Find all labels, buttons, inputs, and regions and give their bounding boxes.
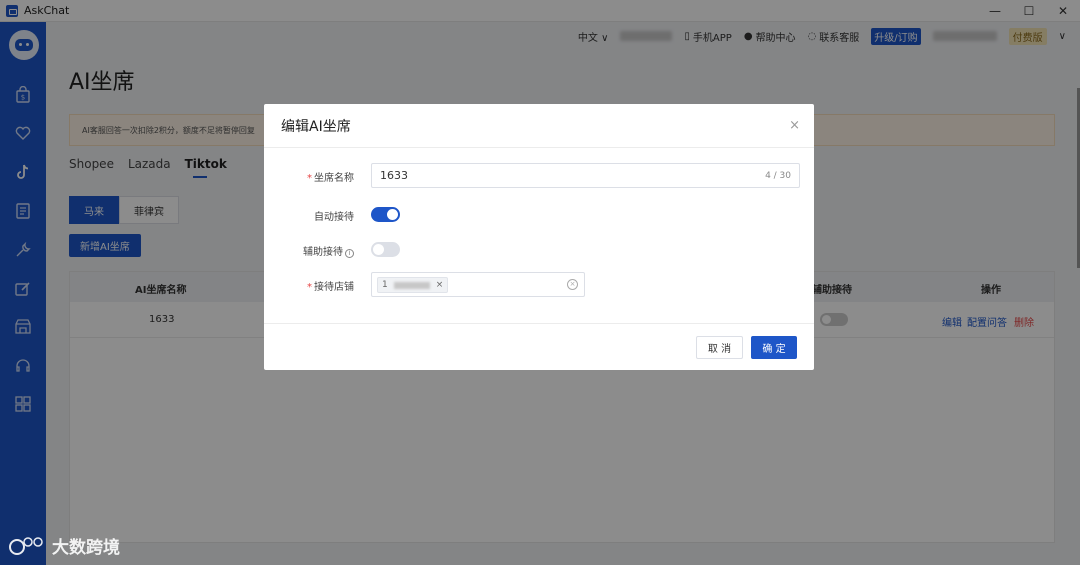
- dialog-title: 编辑AI坐席: [281, 118, 351, 135]
- watermark-logo-icon: [8, 535, 48, 557]
- dialog-close-icon[interactable]: ×: [789, 118, 800, 133]
- shop-select[interactable]: 1 × ×: [371, 272, 585, 297]
- auto-reception-switch[interactable]: [371, 207, 400, 222]
- watermark-text: 大数跨境: [52, 538, 120, 558]
- dialog-header: 编辑AI坐席 ×: [264, 104, 814, 148]
- form-row-shop: * 接待店铺 1 × ×: [264, 272, 814, 298]
- cancel-button[interactable]: 取 消: [696, 336, 743, 359]
- dialog-footer: 取 消 确 定: [264, 323, 814, 370]
- assist-reception-switch[interactable]: [371, 242, 400, 257]
- shop-name-blurred: [393, 281, 430, 289]
- confirm-button[interactable]: 确 定: [751, 336, 797, 359]
- char-counter: 4 / 30: [765, 170, 791, 181]
- edit-agent-dialog: 编辑AI坐席 × * 坐席名称 1633 4 / 30 自动接待 辅助接待 i * 接…: [264, 104, 814, 370]
- form-row-auto: 自动接待: [264, 202, 814, 228]
- assist-reception-label: 辅助接待 i: [303, 243, 354, 258]
- clear-icon[interactable]: ×: [567, 279, 578, 290]
- auto-reception-label: 自动接待: [314, 212, 354, 223]
- tag-close-icon[interactable]: ×: [436, 280, 444, 290]
- watermark: 大数跨境: [8, 533, 120, 558]
- name-label: * 坐席名称: [307, 173, 354, 184]
- form-row-name: * 坐席名称 1633 4 / 30: [264, 163, 814, 189]
- info-icon[interactable]: i: [345, 249, 354, 258]
- form-row-assist: 辅助接待 i: [264, 237, 814, 263]
- shop-tag: 1 ×: [377, 277, 449, 293]
- shop-label: * 接待店铺: [307, 282, 354, 293]
- agent-name-input[interactable]: 1633 4 / 30: [371, 163, 800, 188]
